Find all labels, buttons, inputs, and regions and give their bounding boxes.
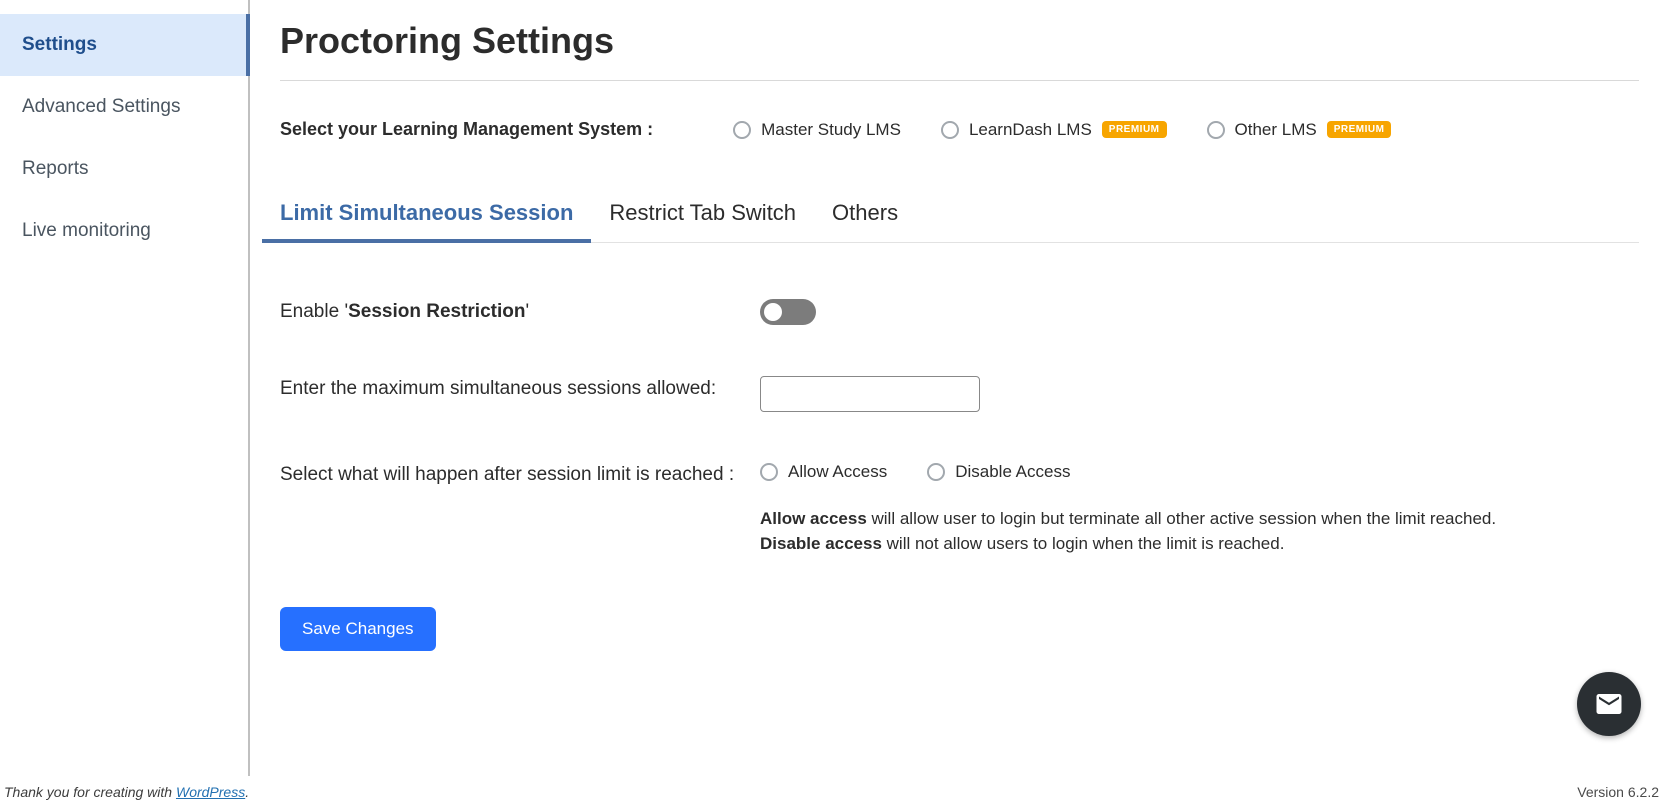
footer: Thank you for creating with WordPress. V… xyxy=(0,776,1669,808)
lms-selector-row: Select your Learning Management System :… xyxy=(280,119,1639,140)
sidebar-item-settings[interactable]: Settings xyxy=(0,14,250,76)
lms-label: Select your Learning Management System : xyxy=(280,119,653,140)
mail-icon xyxy=(1594,689,1624,719)
lms-option-label: Other LMS xyxy=(1235,120,1317,140)
setting-max-sessions: Enter the maximum simultaneous sessions … xyxy=(280,376,1639,412)
setting-label: Enter the maximum simultaneous sessions … xyxy=(280,376,760,403)
radio-icon xyxy=(941,121,959,139)
premium-badge: PREMIUM xyxy=(1327,121,1392,138)
lms-option-learndash[interactable]: LearnDash LMS PREMIUM xyxy=(941,120,1167,140)
setting-label: Enable 'Session Restriction' xyxy=(280,299,760,326)
toggle-knob xyxy=(764,303,782,321)
session-action-description: Allow access will allow user to login bu… xyxy=(760,506,1500,557)
lms-option-other[interactable]: Other LMS PREMIUM xyxy=(1207,120,1392,140)
sidebar: Settings Advanced Settings Reports Live … xyxy=(0,0,250,776)
lms-option-label: LearnDash LMS xyxy=(969,120,1092,140)
option-label: Allow Access xyxy=(788,462,887,482)
version-text: Version 6.2.2 xyxy=(1577,784,1659,800)
sidebar-item-live-monitoring[interactable]: Live monitoring xyxy=(0,200,248,262)
lms-option-master-study[interactable]: Master Study LMS xyxy=(733,120,901,140)
setting-enable-session-restriction: Enable 'Session Restriction' xyxy=(280,299,1639,326)
divider xyxy=(280,80,1639,81)
radio-icon xyxy=(1207,121,1225,139)
lms-option-label: Master Study LMS xyxy=(761,120,901,140)
save-changes-button[interactable]: Save Changes xyxy=(280,607,436,651)
sidebar-item-reports[interactable]: Reports xyxy=(0,138,248,200)
tab-restrict-tab-switch[interactable]: Restrict Tab Switch xyxy=(609,200,796,242)
setting-session-limit-action: Select what will happen after session li… xyxy=(280,462,1639,557)
tab-limit-simultaneous-session[interactable]: Limit Simultaneous Session xyxy=(280,200,573,242)
setting-label: Select what will happen after session li… xyxy=(280,462,760,489)
wordpress-link[interactable]: WordPress xyxy=(176,784,245,800)
option-label: Disable Access xyxy=(955,462,1070,482)
max-sessions-input[interactable] xyxy=(760,376,980,412)
radio-icon xyxy=(760,463,778,481)
session-restriction-toggle[interactable] xyxy=(760,299,816,325)
contact-fab[interactable] xyxy=(1577,672,1641,736)
main-content: Proctoring Settings Select your Learning… xyxy=(250,0,1669,776)
option-disable-access[interactable]: Disable Access xyxy=(927,462,1070,482)
radio-icon xyxy=(733,121,751,139)
sidebar-item-advanced-settings[interactable]: Advanced Settings xyxy=(0,76,248,138)
radio-icon xyxy=(927,463,945,481)
tab-others[interactable]: Others xyxy=(832,200,898,242)
option-allow-access[interactable]: Allow Access xyxy=(760,462,887,482)
premium-badge: PREMIUM xyxy=(1102,121,1167,138)
tabs: Limit Simultaneous Session Restrict Tab … xyxy=(280,200,1639,243)
page-title: Proctoring Settings xyxy=(280,20,1639,62)
footer-text: Thank you for creating with WordPress. xyxy=(4,784,249,800)
